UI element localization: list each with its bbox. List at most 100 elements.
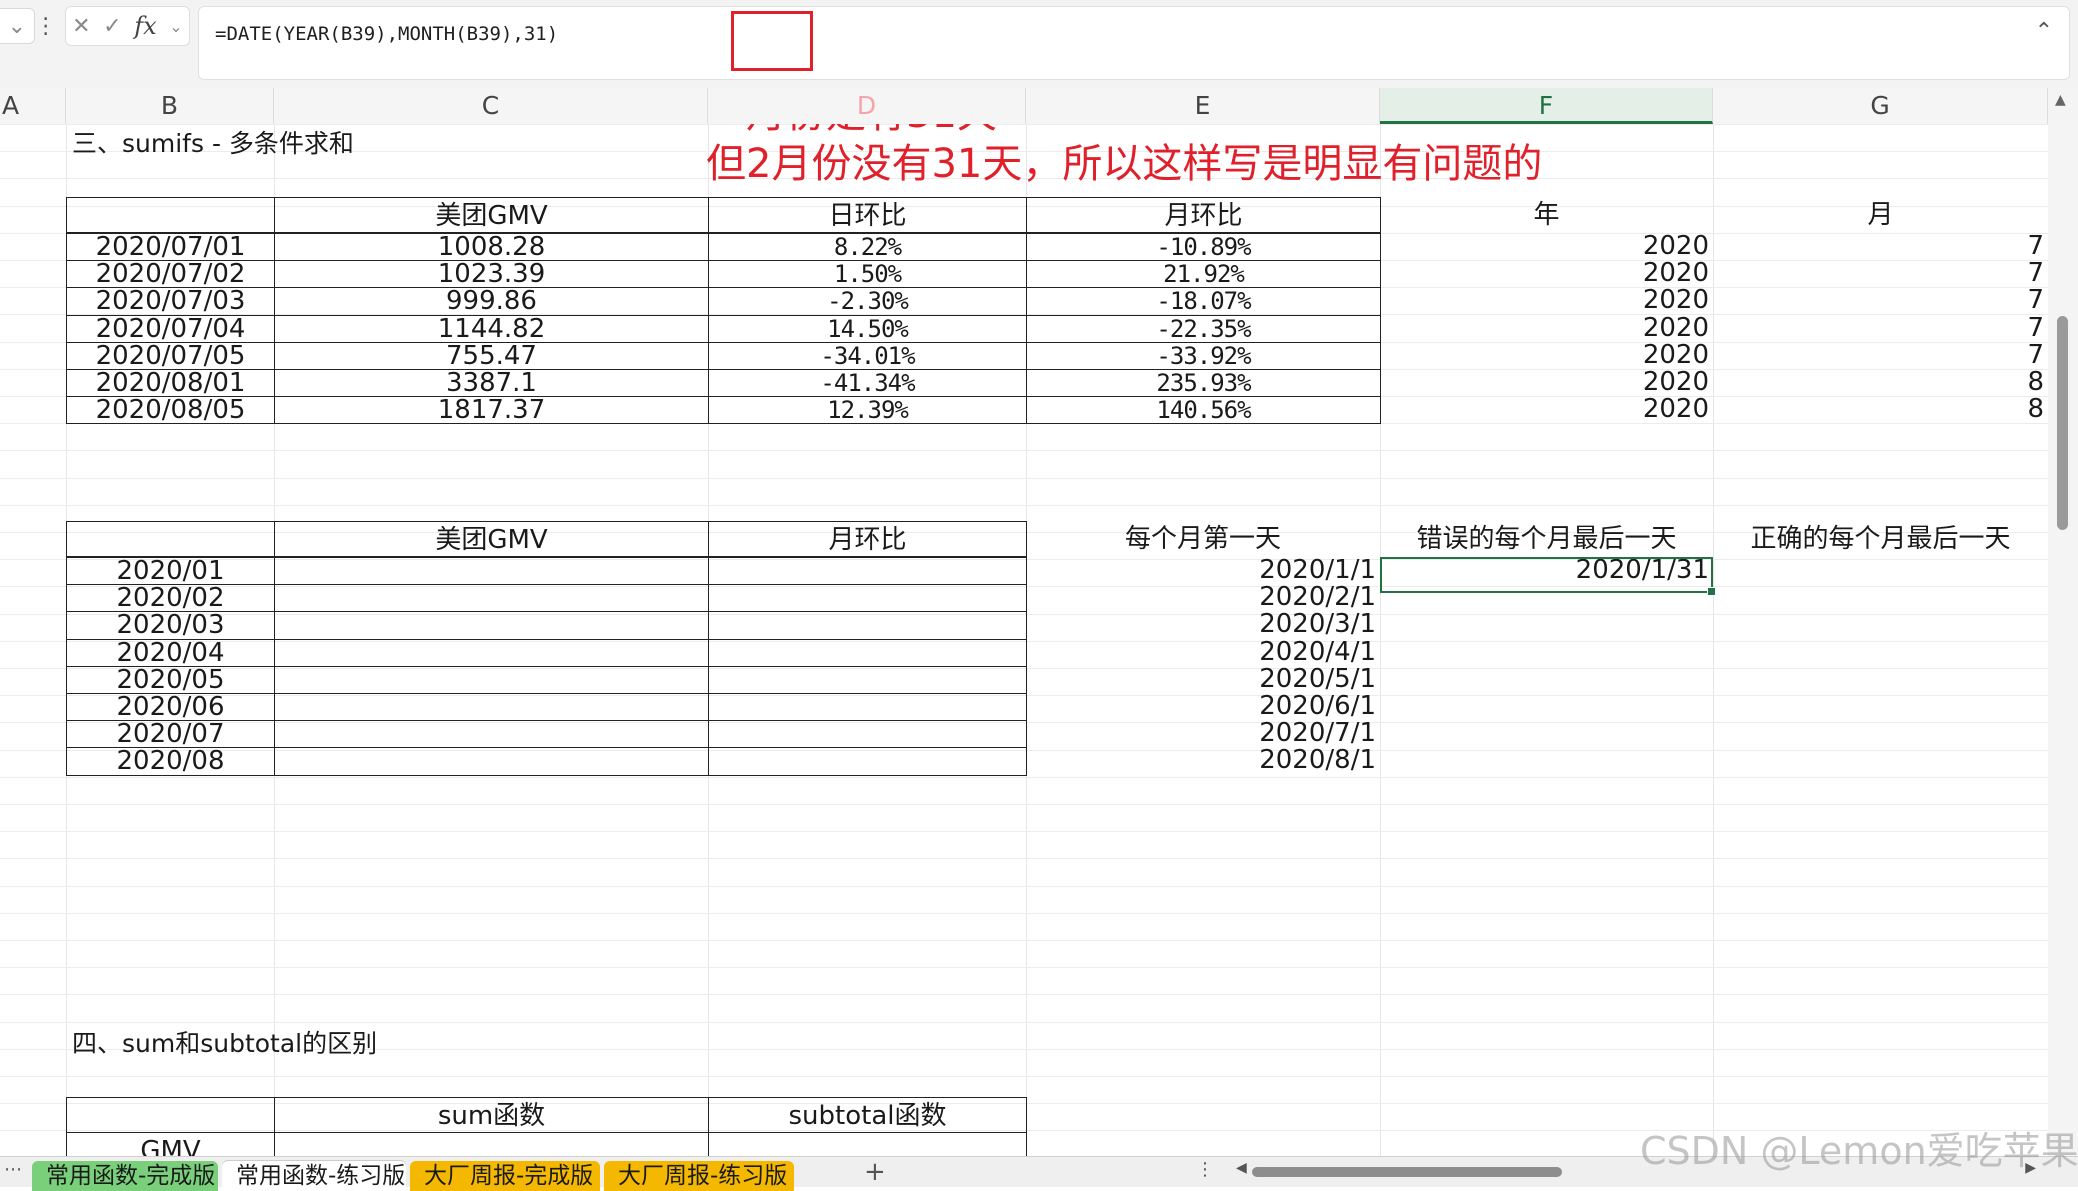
more-sheets-icon[interactable]: ⋯ <box>4 1159 22 1180</box>
table1-gmv-cell[interactable]: 1008.28 <box>274 233 709 262</box>
cancel-x-icon[interactable]: ✕ <box>72 9 90 43</box>
table2-first-day-cell[interactable]: 2020/1/1 <box>1026 556 1380 585</box>
fill-handle[interactable] <box>1707 587 1716 596</box>
collapse-up-icon[interactable]: ⌃ <box>2035 19 2053 44</box>
table1-month-ratio-cell[interactable]: -33.92% <box>1026 341 1381 370</box>
table1-month-cell[interactable]: 8 <box>1713 395 2048 424</box>
table3-header-subtotal[interactable]: subtotal函数 <box>708 1097 1027 1133</box>
table1-date-cell[interactable]: 2020/07/02 <box>66 260 275 289</box>
table2-gmv-cell[interactable] <box>274 611 709 640</box>
table1-day-ratio-cell[interactable]: -34.01% <box>708 341 1027 370</box>
table1-date-cell[interactable]: 2020/08/01 <box>66 369 275 398</box>
formula-input[interactable]: =DATE(YEAR(B39),MONTH(B39),31) ⌃ <box>198 6 2070 80</box>
table1-month-cell[interactable]: 8 <box>1713 368 2048 397</box>
scroll-left-icon[interactable]: ◀ <box>1236 1160 1247 1176</box>
table1-month-cell[interactable]: 7 <box>1713 341 2048 370</box>
table1-gmv-cell[interactable]: 1817.37 <box>274 396 709 425</box>
table1-month-ratio-cell[interactable]: 21.92% <box>1026 260 1381 289</box>
table2-gmv-cell[interactable] <box>274 665 709 694</box>
table1-header-day-ratio[interactable]: 日环比 <box>708 197 1027 233</box>
table1-header-year[interactable]: 年 <box>1380 197 1713 233</box>
table1-day-ratio-cell[interactable]: -41.34% <box>708 369 1027 398</box>
vertical-scrollbar[interactable]: ▲ <box>2048 88 2078 1156</box>
table2-month-cell[interactable]: 2020/02 <box>66 584 275 613</box>
table1-month-cell[interactable]: 7 <box>1713 314 2048 343</box>
table1-gmv-cell[interactable]: 755.47 <box>274 341 709 370</box>
table1-month-ratio-cell[interactable]: 235.93% <box>1026 369 1381 398</box>
table1-month-cell[interactable]: 7 <box>1713 232 2048 261</box>
table1-header-month-ratio[interactable]: 月环比 <box>1026 197 1381 233</box>
column-header-B[interactable]: B <box>66 88 274 124</box>
table1-month-cell[interactable]: 7 <box>1713 287 2048 315</box>
table1-header-cell[interactable] <box>66 197 275 233</box>
table2-first-day-cell[interactable]: 2020/2/1 <box>1026 583 1380 612</box>
table2-first-day-cell[interactable]: 2020/7/1 <box>1026 719 1380 748</box>
table2-wrong-last-day-cell[interactable] <box>1380 639 1713 667</box>
table3-cell[interactable] <box>274 1132 709 1156</box>
column-header-F[interactable]: F <box>1380 88 1713 124</box>
fx-dropdown-icon[interactable]: ⌄ <box>169 9 182 43</box>
table2-month-cell[interactable]: 2020/03 <box>66 611 275 640</box>
table1-gmv-cell[interactable]: 999.86 <box>274 287 709 316</box>
table2-month-cell[interactable]: 2020/01 <box>66 557 275 586</box>
table3-header-cell[interactable] <box>66 1097 275 1133</box>
add-sheet-button[interactable]: + <box>864 1157 886 1187</box>
table1-gmv-cell[interactable]: 1144.82 <box>274 314 709 343</box>
sheet-tab[interactable]: 大厂周报-完成版 <box>410 1161 600 1191</box>
table1-year-cell[interactable]: 2020 <box>1380 368 1713 397</box>
spreadsheet-grid[interactable]: 三、sumifs - 多条件求和 美团GMV 日环比 月环比 年 月 2020/… <box>0 124 2048 1156</box>
table1-date-cell[interactable]: 2020/08/05 <box>66 396 275 425</box>
table2-month-ratio-cell[interactable] <box>708 557 1027 586</box>
table2-header-wrong-last-day[interactable]: 错误的每个月最后一天 <box>1380 521 1713 557</box>
table3-header-sum[interactable]: sum函数 <box>274 1097 709 1133</box>
column-header-A[interactable]: A <box>0 88 66 124</box>
table2-header-correct-last-day[interactable]: 正确的每个月最后一天 <box>1713 521 2048 557</box>
table2-month-cell[interactable]: 2020/08 <box>66 747 275 776</box>
table2-gmv-cell[interactable] <box>274 638 709 667</box>
table2-month-ratio-cell[interactable] <box>708 693 1027 722</box>
table1-year-cell[interactable]: 2020 <box>1380 314 1713 343</box>
table2-month-ratio-cell[interactable] <box>708 720 1027 749</box>
column-header-E[interactable]: E <box>1026 88 1380 124</box>
table1-day-ratio-cell[interactable]: 1.50% <box>708 260 1027 289</box>
table2-wrong-last-day-cell[interactable] <box>1380 693 1713 721</box>
table2-wrong-last-day-cell[interactable] <box>1380 611 1713 639</box>
table2-month-ratio-cell[interactable] <box>708 638 1027 667</box>
table2-month-cell[interactable]: 2020/05 <box>66 665 275 694</box>
column-header-D[interactable]: D <box>708 88 1026 124</box>
sheet-tab[interactable]: 常用函数-练习版 <box>222 1161 406 1191</box>
table1-day-ratio-cell[interactable]: 8.22% <box>708 233 1027 262</box>
active-cell-selection[interactable] <box>1380 557 1713 593</box>
table1-month-ratio-cell[interactable]: -22.35% <box>1026 314 1381 343</box>
column-header-G[interactable]: G <box>1713 88 2048 124</box>
table2-first-day-cell[interactable]: 2020/4/1 <box>1026 638 1380 667</box>
sheet-tab[interactable]: 常用函数-完成版 <box>32 1161 218 1191</box>
table1-month-ratio-cell[interactable]: -18.07% <box>1026 287 1381 316</box>
fx-icon[interactable]: fx <box>134 9 156 43</box>
table2-month-cell[interactable]: 2020/06 <box>66 693 275 722</box>
table2-first-day-cell[interactable]: 2020/6/1 <box>1026 692 1380 721</box>
table2-month-ratio-cell[interactable] <box>708 611 1027 640</box>
table1-day-ratio-cell[interactable]: 14.50% <box>708 314 1027 343</box>
table3-row-label[interactable]: GMV <box>66 1132 275 1156</box>
table1-year-cell[interactable]: 2020 <box>1380 395 1713 424</box>
table1-month-cell[interactable]: 7 <box>1713 259 2048 288</box>
chevron-down-icon[interactable]: ⌄ <box>0 8 35 44</box>
table3-cell[interactable] <box>708 1132 1027 1156</box>
table1-day-ratio-cell[interactable]: 12.39% <box>708 396 1027 425</box>
table2-header-first-day[interactable]: 每个月第一天 <box>1026 521 1380 557</box>
table2-first-day-cell[interactable]: 2020/5/1 <box>1026 665 1380 694</box>
table2-gmv-cell[interactable] <box>274 557 709 586</box>
table1-date-cell[interactable]: 2020/07/05 <box>66 341 275 370</box>
table2-month-cell[interactable]: 2020/07 <box>66 720 275 749</box>
table2-month-ratio-cell[interactable] <box>708 747 1027 776</box>
table1-year-cell[interactable]: 2020 <box>1380 287 1713 315</box>
table1-year-cell[interactable]: 2020 <box>1380 232 1713 261</box>
table1-year-cell[interactable]: 2020 <box>1380 341 1713 370</box>
table1-year-cell[interactable]: 2020 <box>1380 259 1713 288</box>
table2-gmv-cell[interactable] <box>274 584 709 613</box>
table2-header-gmv[interactable]: 美团GMV <box>274 521 709 557</box>
table2-gmv-cell[interactable] <box>274 693 709 722</box>
table2-gmv-cell[interactable] <box>274 747 709 776</box>
table1-date-cell[interactable]: 2020/07/04 <box>66 314 275 343</box>
